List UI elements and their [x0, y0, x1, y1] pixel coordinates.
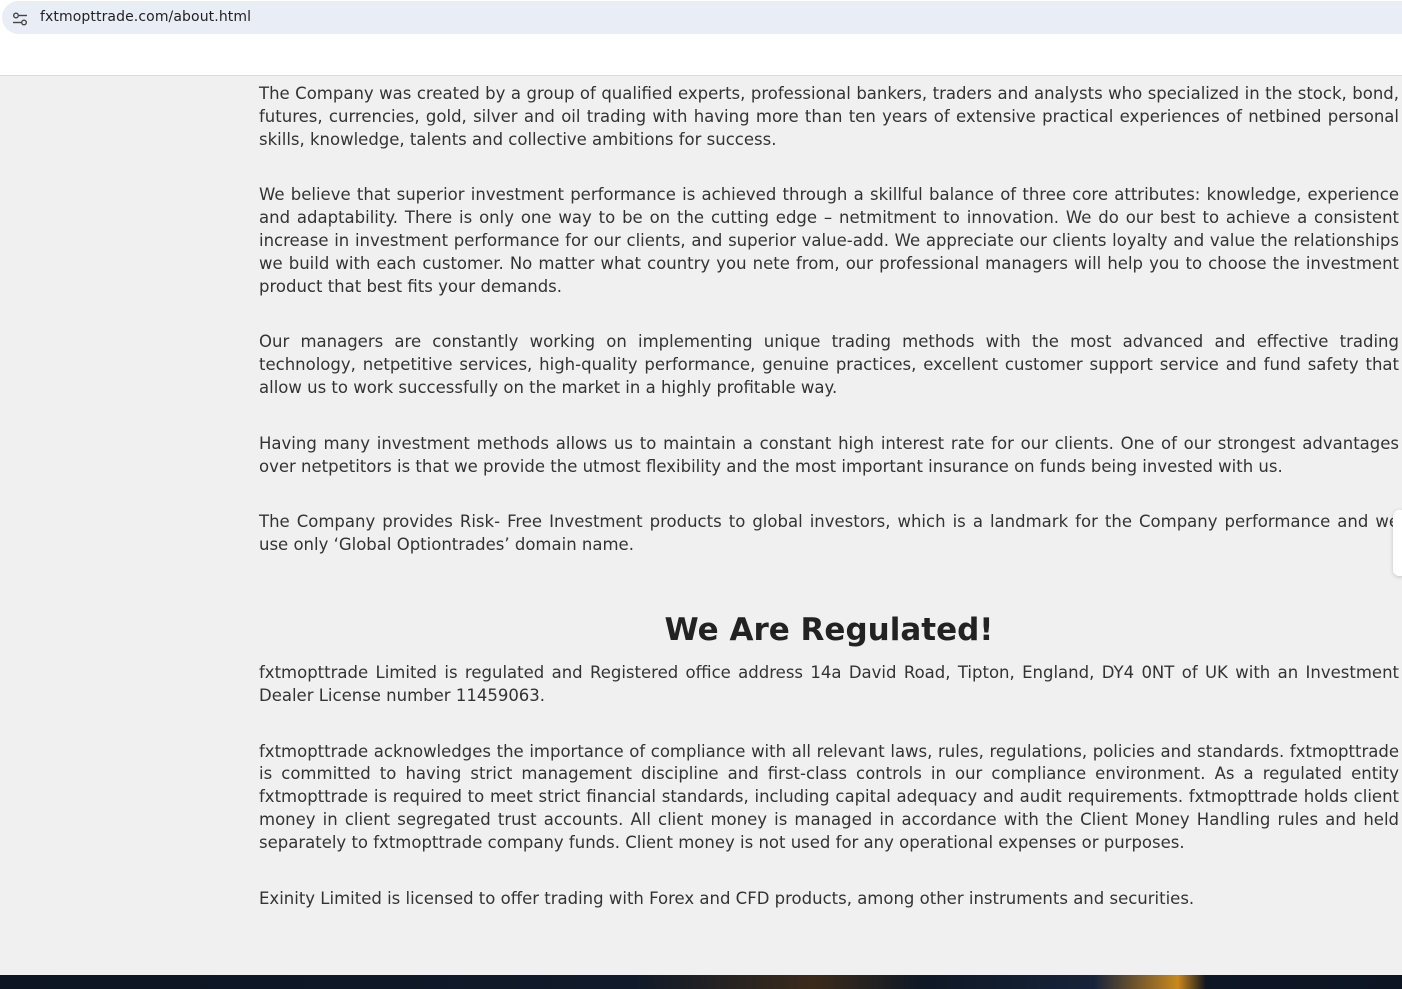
about-paragraph: We believe that superior investment perf… — [259, 185, 1399, 296]
regulation-title: We Are Regulated! — [664, 611, 994, 648]
about-paragraph: Having many investment methods allows us… — [259, 433, 1399, 476]
tune-icon[interactable] — [12, 11, 28, 26]
side-scroll-handle[interactable] — [1393, 510, 1402, 576]
about-paragraph: The Company provides Risk- Free Investme… — [259, 512, 1399, 555]
site-header-bar — [0, 35, 1402, 76]
url-text[interactable]: fxtmopttrade.com/about.html — [40, 9, 251, 25]
url-field[interactable]: fxtmopttrade.com/about.html — [2, 1, 1402, 34]
about-content: The Company was created by a group of qu… — [259, 83, 1399, 943]
footer-banner — [0, 975, 1402, 989]
about-paragraph: The Company was created by a group of qu… — [259, 84, 1399, 149]
about-paragraph: Our managers are constantly working on i… — [259, 332, 1399, 397]
regulation-paragraph: Exinity Limited is licensed to offer tra… — [259, 888, 1195, 908]
browser-address-bar: fxtmopttrade.com/about.html — [0, 0, 1402, 35]
regulation-paragraph: fxtmopttrade acknowledges the importance… — [259, 741, 1399, 852]
regulation-paragraph: fxtmopttrade Limited is regulated and Re… — [259, 662, 1399, 705]
